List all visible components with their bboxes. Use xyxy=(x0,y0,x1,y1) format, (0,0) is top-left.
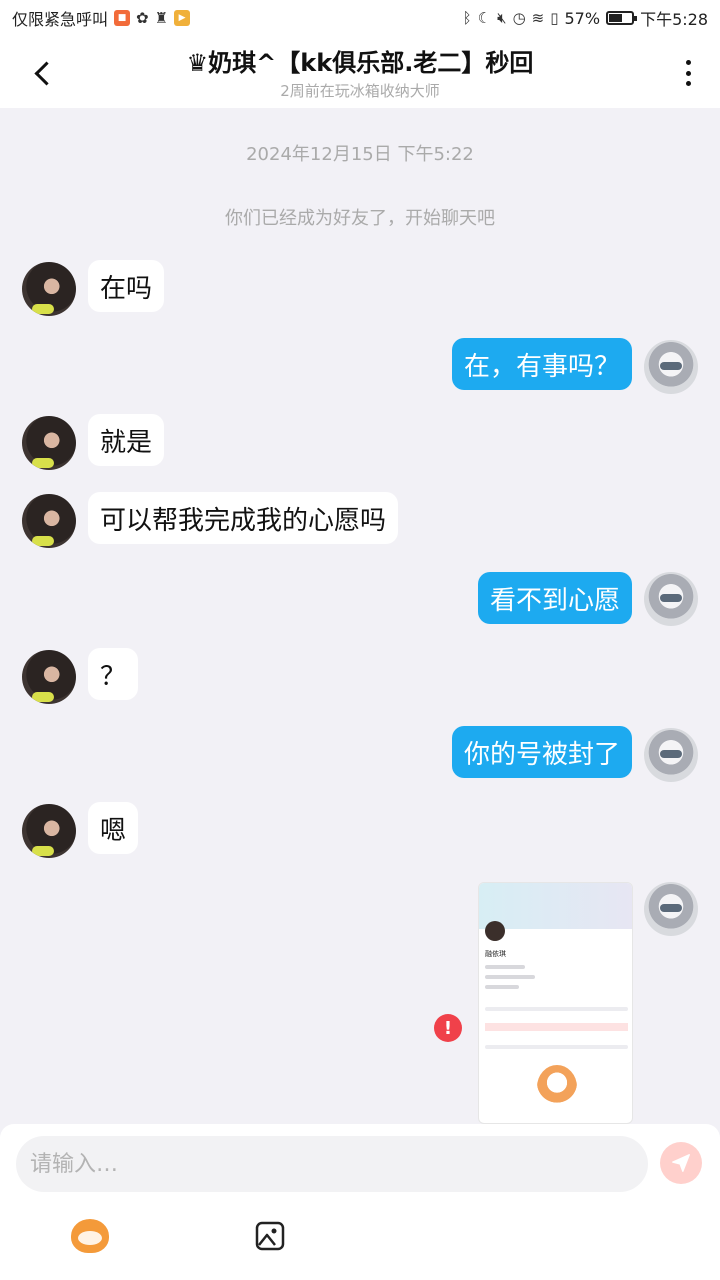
my-avatar[interactable] xyxy=(644,728,698,782)
image-icon xyxy=(255,1221,285,1251)
app-notification-icon: ■ xyxy=(114,10,131,26)
bluetooth-icon: ᛒ xyxy=(462,9,472,27)
send-button[interactable] xyxy=(660,1142,702,1184)
message-bubble[interactable]: ？ xyxy=(88,648,139,700)
message-bubble[interactable]: 你的号被封了 xyxy=(451,726,632,778)
message-bubble[interactable]: 就是 xyxy=(88,414,165,466)
screenshot-alert xyxy=(485,1023,628,1031)
my-avatar[interactable] xyxy=(644,340,698,394)
title-group: ♛奶琪^【kk俱乐部.老二】秒回 2周前在玩冰箱收纳大师 xyxy=(187,43,534,101)
send-icon xyxy=(672,1154,690,1172)
screenshot-avatar xyxy=(485,921,505,941)
battery-percent: 57% xyxy=(564,8,601,28)
screenshot-profile-name: 融依琪 xyxy=(485,950,506,958)
message-bubble[interactable]: 嗯 xyxy=(88,802,139,854)
emergency-call-text: 仅限紧急呼叫 xyxy=(12,10,109,29)
clock: 下午5:28 xyxy=(640,10,708,29)
message-bubble[interactable]: 可以帮我完成我的心愿吗 xyxy=(88,492,399,544)
peer-avatar[interactable] xyxy=(22,804,76,858)
screenshot-illustration xyxy=(537,1065,577,1109)
status-left: 仅限紧急呼叫 ■ ✿ ♜ ▶ xyxy=(12,6,191,30)
more-dot xyxy=(685,60,691,65)
message-bubble[interactable]: 在吗 xyxy=(88,260,165,312)
status-right: ᛒ ☾ 🔇︎ ◷ ≋ ▯ 57% 下午5:28 xyxy=(463,6,708,30)
battery-fill xyxy=(609,14,622,22)
image-button[interactable] xyxy=(248,1214,292,1258)
message-bubble[interactable]: 看不到心愿 xyxy=(477,572,632,624)
back-button[interactable] xyxy=(28,58,58,88)
chat-subtitle: 2周前在玩冰箱收纳大师 xyxy=(280,82,440,100)
chat-area[interactable]: 2024年12月15日 下午5:22 你们已经成为好友了，开始聊天吧 在吗 在，… xyxy=(0,108,720,1124)
screenshot-tabs xyxy=(485,1045,628,1049)
mute-icon: 🔇︎ xyxy=(497,9,507,27)
peer-avatar[interactable] xyxy=(22,262,76,316)
play-icon: ▶ xyxy=(174,10,191,26)
screenshot-line xyxy=(485,985,519,989)
input-area xyxy=(0,1124,720,1280)
message-input[interactable] xyxy=(16,1136,648,1192)
wifi-icon: ≋ xyxy=(531,9,545,27)
screenshot-line xyxy=(485,965,525,969)
emoji-button[interactable] xyxy=(68,1214,112,1258)
peer-avatar[interactable] xyxy=(22,494,76,548)
my-avatar[interactable] xyxy=(644,572,698,626)
status-bar: 仅限紧急呼叫 ■ ✿ ♜ ▶ ᛒ ☾ 🔇︎ ◷ ≋ ▯ 57% 下午5:28 xyxy=(0,0,720,36)
peer-avatar[interactable] xyxy=(22,650,76,704)
more-button[interactable] xyxy=(678,58,698,88)
battery-alert-icon: ▯ xyxy=(550,9,559,27)
emoji-icon xyxy=(71,1219,109,1253)
battery-icon xyxy=(606,11,638,25)
system-notice: 你们已经成为好友了，开始聊天吧 xyxy=(225,208,495,229)
moon-icon: ☾ xyxy=(477,9,492,27)
cup-icon: ♜ xyxy=(154,9,169,27)
more-dot xyxy=(685,81,691,86)
message-bubble[interactable]: 在，有事吗？ xyxy=(451,338,632,390)
alarm-icon: ◷ xyxy=(512,9,526,27)
peer-avatar[interactable] xyxy=(22,416,76,470)
image-message[interactable]: 融依琪 xyxy=(478,882,633,1124)
screenshot-line xyxy=(485,975,535,979)
screenshot-banner xyxy=(479,883,632,929)
my-avatar[interactable] xyxy=(644,882,698,936)
screenshot-buttons xyxy=(485,1007,628,1011)
chat-title: ♛奶琪^【kk俱乐部.老二】秒回 xyxy=(186,49,534,77)
fan-icon: ✿ xyxy=(136,9,149,27)
more-dot xyxy=(685,70,691,76)
chat-header: ♛奶琪^【kk俱乐部.老二】秒回 2周前在玩冰箱收纳大师 xyxy=(0,36,720,108)
send-failed-icon[interactable]: ! xyxy=(434,1014,462,1042)
chat-timestamp: 2024年12月15日 下午5:22 xyxy=(246,144,474,165)
